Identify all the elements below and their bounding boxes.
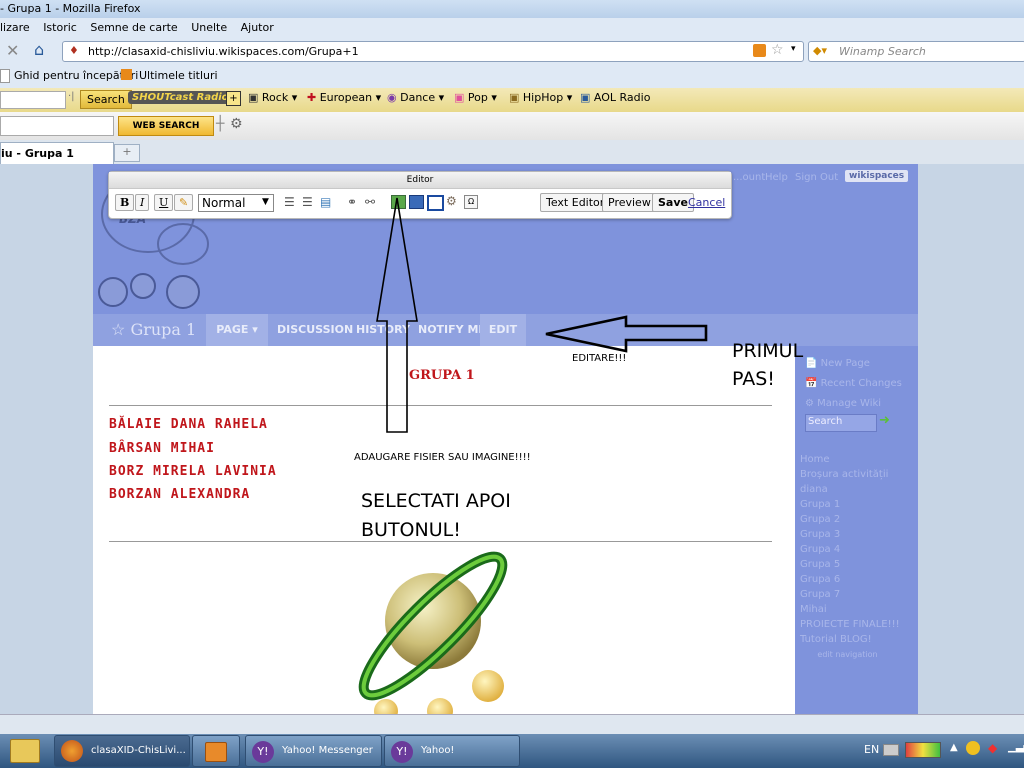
taskbar: clasaXID-ChisLivi... Y! Yahoo! Messenger… (0, 734, 1024, 768)
search-box[interactable]: ◆▾ Winamp Search (808, 41, 1024, 62)
web-search-button[interactable]: WEB SEARCH (118, 116, 214, 136)
uk-flag-icon: ✚ (307, 91, 317, 104)
yahoo-icon: Y! (391, 741, 413, 763)
left-arrow-shape (545, 315, 708, 353)
station-rock[interactable]: ▣ Rock ▾ (248, 91, 297, 104)
aol-icon: ▣ (580, 91, 591, 104)
page-content: BZA ...ount Help Sign Out wikispaces ☆ G… (0, 164, 1024, 714)
home-icon[interactable]: ⌂ (34, 40, 44, 59)
station-european[interactable]: ✚ European ▾ (307, 91, 381, 104)
chevron-down-icon[interactable]: ▾ (791, 44, 796, 54)
taskbar-item-firefox[interactable]: clasaXID-ChisLivi... (54, 735, 190, 767)
dance-icon: ◉ (387, 91, 397, 104)
winamp-icon: ◆▾ (813, 44, 827, 57)
star-icon[interactable]: ☆ (771, 42, 784, 58)
menu-item-help[interactable]: Ajutor (241, 21, 274, 34)
taskbar-item-label: Yahoo! Messenger (282, 745, 373, 756)
tray-app-icon[interactable]: ◆ (988, 741, 997, 755)
window-title-bar: - Grupa 1 - Mozilla Firefox (0, 0, 1024, 18)
bookmark-getting-started[interactable]: Ghid pentru începători (14, 69, 138, 82)
up-arrow-shape (376, 197, 418, 433)
menu-item-tools[interactable]: Unelte (191, 21, 227, 34)
new-tab-button[interactable]: + (114, 144, 140, 162)
language-indicator[interactable]: EN (864, 743, 879, 756)
menu-item-bookmarks[interactable]: Semne de carte (90, 21, 177, 34)
taskbar-item-yahoo[interactable]: Y! Yahoo! (384, 735, 520, 767)
navigation-bar: ✕ ⌂ ♦ http://clasaxid-chisliviu.wikispac… (0, 38, 1024, 64)
media-player-icon (205, 742, 227, 762)
web-search-toolbar: WEB SEARCH ┼ ⚙ (0, 112, 1024, 141)
adaugare-annotation: ADAUGARE FISIER SAU IMAGINE!!!! (354, 452, 531, 463)
station-aol-radio[interactable]: ▣ AOL Radio (580, 91, 650, 104)
gear-icon[interactable]: ⚙ (230, 116, 243, 132)
shoutcast-radio-logo[interactable]: SHOUTcast Radio (128, 91, 233, 104)
rss-icon[interactable] (753, 44, 766, 57)
primul-pas-annotation: PRIMUL PAS! (732, 340, 804, 390)
toolbar-search-input[interactable] (0, 91, 66, 109)
chevron-up-icon[interactable]: ▲ (950, 742, 958, 753)
taskbar-item-label: Yahoo! (421, 745, 455, 756)
menu-item-view[interactable]: lizare (0, 21, 30, 34)
rss-icon (121, 69, 132, 80)
station-dance[interactable]: ◉ Dance ▾ (387, 91, 444, 104)
toolbar-search-button[interactable]: Search (80, 90, 132, 109)
bookmark-latest-headlines[interactable]: Ultimele titluri (139, 69, 218, 82)
stop-icon[interactable]: ✕ (6, 41, 19, 60)
radio-toolbar: ·| Search SHOUTcast Radio + ▣ Rock ▾ ✚ E… (0, 88, 1024, 113)
search-placeholder: Winamp Search (839, 45, 926, 58)
station-pop[interactable]: ▣ Pop ▾ (454, 91, 497, 104)
web-search-input[interactable] (0, 116, 114, 136)
tab-bar: iu - Grupa 1 + (0, 140, 1024, 165)
annotation-arrows (376, 197, 708, 433)
add-station-icon[interactable]: + (226, 91, 241, 106)
station-hiphop[interactable]: ▣ HipHop ▾ (509, 91, 572, 104)
window-title: - Grupa 1 - Mozilla Firefox (0, 2, 141, 15)
battery-icon[interactable] (905, 742, 941, 758)
tab-label: iu - Grupa 1 (1, 147, 74, 160)
pop-icon: ▣ (454, 91, 465, 104)
folder-icon[interactable] (10, 739, 40, 763)
tab-grupa-1[interactable]: iu - Grupa 1 (0, 142, 114, 165)
chevron-icon: ·| (68, 91, 75, 102)
bookmarks-bar: Ghid pentru începători Ultimele titluri (0, 64, 1024, 89)
url-text: http://clasaxid-chisliviu.wikispaces.com… (88, 45, 359, 58)
menu-item-history[interactable]: Istoric (43, 21, 77, 34)
rock-icon: ▣ (248, 91, 259, 104)
keyboard-icon[interactable] (883, 744, 899, 756)
status-bar (0, 714, 1024, 735)
selectati-annotation: SELECTATI APOI BUTONUL! (361, 490, 511, 541)
site-favicon: ♦ (69, 44, 79, 57)
menu-bar: lizare Istoric Semne de carte Unelte Aju… (0, 18, 1024, 38)
hiphop-icon: ▣ (509, 91, 520, 104)
yahoo-messenger-icon: Y! (252, 741, 274, 763)
divider-icon: ┼ (216, 116, 225, 132)
editare-annotation: EDITARE!!! (572, 353, 627, 364)
taskbar-item-label: clasaXID-ChisLivi... (91, 745, 186, 756)
url-bar[interactable]: ♦ http://clasaxid-chisliviu.wikispaces.c… (62, 41, 804, 62)
taskbar-item-yahoo-messenger[interactable]: Y! Yahoo! Messenger (245, 735, 382, 767)
firefox-icon (61, 740, 83, 762)
page-icon (0, 69, 10, 83)
messenger-tray-icon[interactable] (966, 741, 980, 755)
taskbar-item-media[interactable] (192, 735, 240, 767)
signal-icon[interactable]: ▁▃▅ (1008, 742, 1024, 753)
